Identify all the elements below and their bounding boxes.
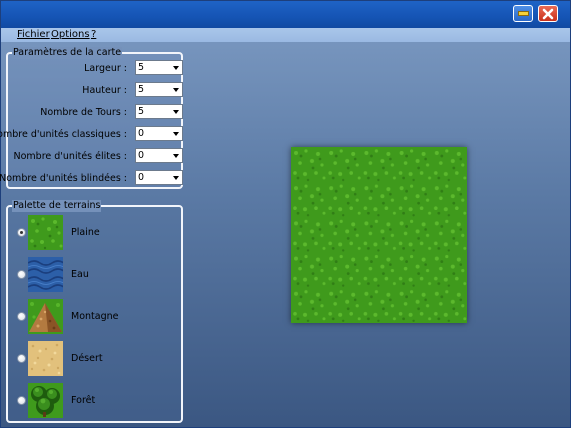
chevron-down-icon: [173, 66, 179, 70]
elite-units-value: 0: [138, 150, 145, 161]
menu-help[interactable]: ?: [91, 29, 96, 40]
map-grass-area[interactable]: [291, 147, 467, 323]
turns-value: 5: [138, 106, 145, 117]
armored-units-select[interactable]: 0: [135, 170, 183, 185]
classic-units-value: 0: [138, 128, 145, 139]
map-preview[interactable]: [291, 147, 467, 323]
elite-units-select[interactable]: 0: [135, 148, 183, 163]
foret-label: Forêt: [71, 395, 96, 406]
desert-tile-icon[interactable]: [28, 341, 63, 376]
map-parameters-legend: Paramètres de la carte: [12, 47, 123, 59]
classic-units-select[interactable]: 0: [135, 126, 183, 141]
height-select[interactable]: 5: [135, 82, 183, 97]
menu-options[interactable]: Options: [51, 29, 90, 40]
minimize-icon: [517, 11, 529, 16]
desert-label: Désert: [71, 353, 103, 364]
plaine-label: Plaine: [71, 227, 100, 238]
turns-select[interactable]: 5: [135, 104, 183, 119]
chevron-down-icon: [173, 110, 179, 114]
eau-label: Eau: [71, 269, 89, 280]
close-x-icon: [542, 8, 554, 19]
montagne-label: Montagne: [71, 311, 119, 322]
elite-units-label: Nombre d'unités élites :: [13, 151, 128, 162]
menu-fichier[interactable]: Fichier: [17, 29, 50, 40]
chevron-down-icon: [173, 132, 179, 136]
chevron-down-icon: [173, 176, 179, 180]
terrain-palette-legend: Palette de terrains: [12, 200, 102, 212]
chevron-down-icon: [173, 154, 179, 158]
armored-units-label: Nombre d'unités blindées :: [0, 173, 127, 184]
radio-eau[interactable]: [17, 270, 26, 279]
height-label: Hauteur :: [82, 85, 127, 96]
height-value: 5: [138, 84, 145, 95]
mountain-tile-icon[interactable]: [28, 299, 63, 334]
turns-label: Nombre de Tours :: [40, 107, 127, 118]
main-window: Fichier Options ? Paramètres de la carte…: [0, 0, 571, 428]
minimize-button[interactable]: [513, 5, 533, 22]
width-select[interactable]: 5: [135, 60, 183, 75]
radio-montagne[interactable]: [17, 312, 26, 321]
close-button[interactable]: [538, 5, 558, 22]
width-label: Largeur :: [84, 63, 127, 74]
radio-desert[interactable]: [17, 354, 26, 363]
classic-units-label: Nombre d'unités classiques :: [0, 129, 127, 140]
forest-tile-icon[interactable]: [28, 383, 63, 418]
terrain-palette-group: Palette de terrains Plaine Eau Montagne …: [6, 200, 183, 423]
grass-tile-icon[interactable]: [28, 215, 63, 250]
map-parameters-group: Paramètres de la carte Largeur : 5 Haute…: [0, 47, 183, 189]
radio-foret[interactable]: [17, 396, 26, 405]
menu-bar: Fichier Options ?: [1, 28, 570, 42]
water-tile-icon[interactable]: [28, 257, 63, 292]
title-bar[interactable]: [1, 1, 570, 28]
width-value: 5: [138, 62, 145, 73]
chevron-down-icon: [173, 88, 179, 92]
armored-units-value: 0: [138, 172, 145, 183]
radio-plaine[interactable]: [17, 228, 26, 237]
